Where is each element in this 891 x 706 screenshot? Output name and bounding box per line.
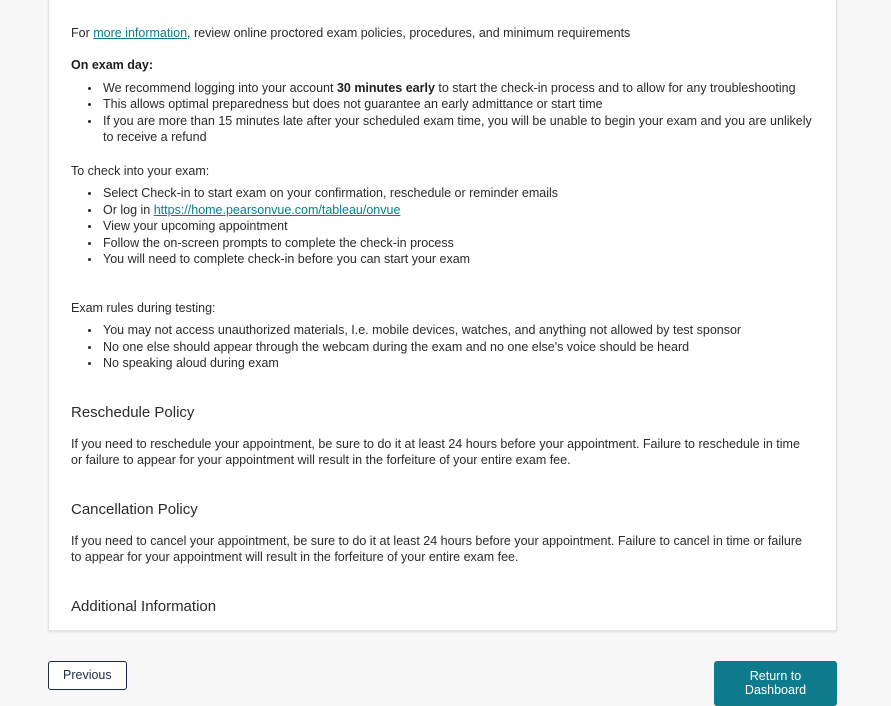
exam-instructions-page: Your desk should be clear For more infor… [0,0,891,706]
reschedule-policy-title: Reschedule Policy [71,403,195,421]
exam-rules-list: You may not access unauthorized material… [71,322,814,372]
return-to-dashboard-button[interactable]: Return to Dashboard [714,661,837,706]
top-bullet-list: Your desk should be clear [71,0,814,3]
pearsonvue-login-link[interactable]: https://home.pearsonvue.com/tableau/onvu… [154,203,401,217]
list-item: No speaking aloud during exam [101,355,814,372]
additional-information-title: Additional Information [71,597,217,615]
list-item: View your upcoming appointment [101,218,814,235]
exam-details-card: Your desk should be clear For more infor… [48,0,837,631]
list-item: Your desk should be clear [101,0,814,3]
additional-information-body: Visit the Tableau Certification page for… [71,630,814,632]
bullet-text-before: We recommend logging into your account [103,80,337,95]
list-item: We recommend logging into your account 3… [101,80,814,97]
desk-requirements-list-continued: Your desk should be clear [71,0,814,3]
additional-text-part1: Visit the [71,631,119,632]
more-info-text-after: , review online proctored exam policies,… [187,25,631,40]
additional-text-part2: page for additional information about yo… [71,631,802,632]
bullet-text-bold: 30 minutes early [336,80,435,95]
list-item: Follow the on-screen prompts to complete… [101,235,814,252]
list-item: Select Check-in to start exam on your co… [101,185,814,202]
tableau-certification-link[interactable]: Tableau Certification [119,631,232,632]
list-item: You will need to complete check-in befor… [101,251,814,268]
on-exam-day-list: We recommend logging into your account 3… [71,80,814,146]
more-information-link[interactable]: more information [93,26,187,40]
cancellation-policy-body: If you need to cancel your appointment, … [71,533,802,565]
card-content: Your desk should be clear For more infor… [49,0,836,632]
reschedule-policy-body: If you need to reschedule your appointme… [71,436,800,468]
list-item-with-link: Or log in https://home.pearsonvue.com/ta… [101,202,814,219]
page-footer: Previous Return to Dashboard [0,657,891,706]
cancellation-policy-title: Cancellation Policy [71,500,198,518]
log-in-text: Or log in [103,202,154,217]
more-information-paragraph: For more information, review online proc… [71,25,814,42]
list-item: This allows optimal preparedness but doe… [101,96,814,113]
previous-button[interactable]: Previous [48,661,127,690]
more-info-text-before: For [71,25,94,40]
check-in-list: Select Check-in to start exam on your co… [71,185,814,268]
list-item: No one else should appear through the we… [101,339,814,356]
exam-rules-lead: Exam rules during testing: [71,300,216,315]
list-item: If you are more than 15 minutes late aft… [101,113,814,146]
list-item: You may not access unauthorized material… [101,322,814,339]
check-in-lead: To check into your exam: [71,163,210,178]
bullet-text-after: to start the check-in process and to all… [434,80,796,95]
on-exam-day-heading: On exam day: [71,58,153,72]
